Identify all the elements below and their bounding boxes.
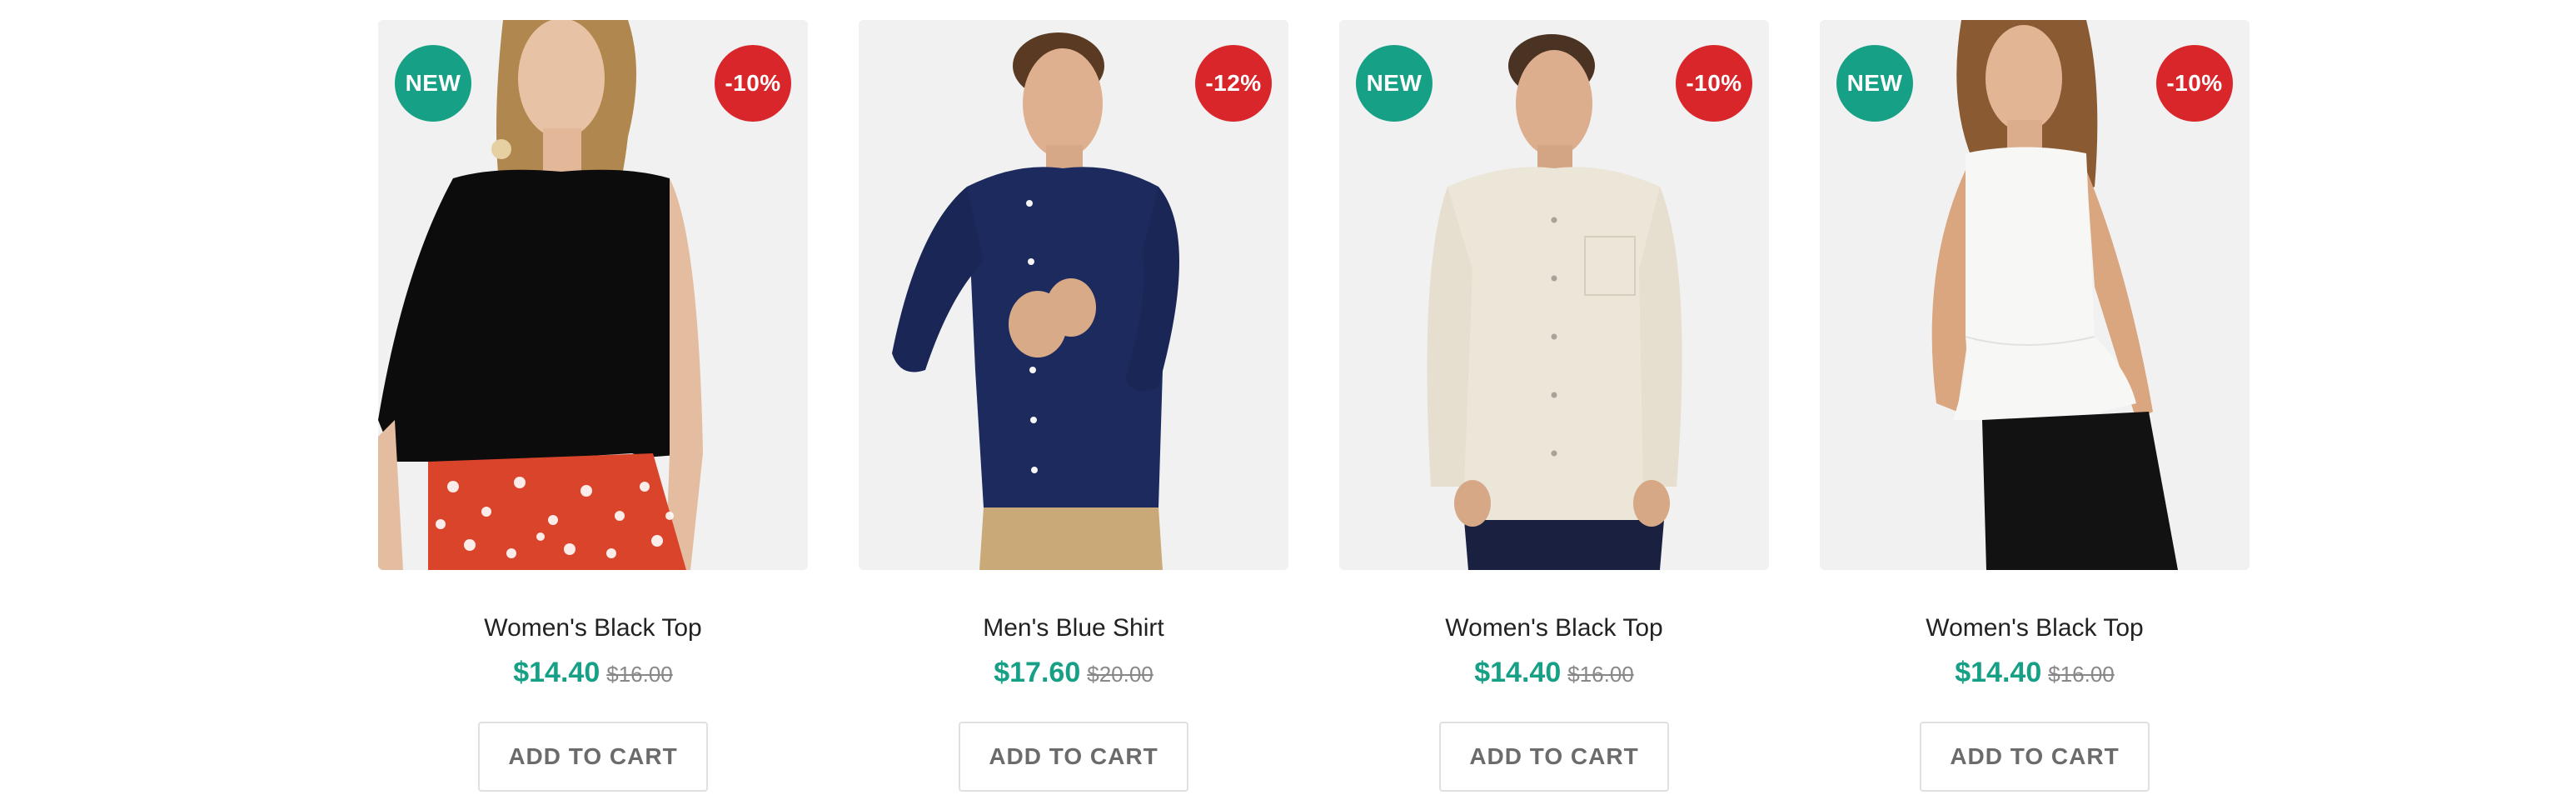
product-card: NEW -10% Women's Black Top $14.40 $16.00… — [1339, 20, 1769, 792]
current-price: $14.40 — [1955, 657, 2042, 688]
current-price: $17.60 — [994, 657, 1081, 688]
add-to-cart-button[interactable]: ADD TO CART — [1920, 722, 2150, 792]
discount-badge: -10% — [2156, 45, 2233, 122]
price-row: $17.60 $20.00 — [994, 657, 1153, 695]
product-image[interactable]: -12% — [859, 20, 1288, 570]
new-badge: NEW — [1356, 45, 1432, 122]
add-to-cart-button[interactable]: ADD TO CART — [959, 722, 1188, 792]
original-price: $16.00 — [2048, 662, 2115, 687]
product-image[interactable]: NEW -10% — [1339, 20, 1769, 570]
product-card: -12% Men's Blue Shirt $17.60 $20.00 ADD … — [859, 20, 1288, 792]
price-row: $14.40 $16.00 — [1474, 657, 1634, 695]
product-title[interactable]: Men's Blue Shirt — [983, 612, 1164, 645]
discount-badge: -10% — [715, 45, 791, 122]
product-grid: NEW -10% Women's Black Top $14.40 $16.00… — [378, 20, 2252, 792]
original-price: $16.00 — [1567, 662, 1634, 687]
product-card: NEW -10% Women's Black Top $14.40 $16.00… — [378, 20, 808, 792]
product-image[interactable]: NEW -10% — [378, 20, 808, 570]
product-card: NEW -10% Women's Black Top $14.40 $16.00… — [1820, 20, 2250, 792]
original-price: $16.00 — [606, 662, 673, 687]
discount-badge: -12% — [1195, 45, 1272, 122]
product-image[interactable]: NEW -10% — [1820, 20, 2250, 570]
new-badge: NEW — [395, 45, 471, 122]
product-title[interactable]: Women's Black Top — [1926, 612, 2143, 645]
price-row: $14.40 $16.00 — [1955, 657, 2115, 695]
new-badge: NEW — [1836, 45, 1913, 122]
discount-badge: -10% — [1676, 45, 1752, 122]
price-row: $14.40 $16.00 — [513, 657, 673, 695]
product-title[interactable]: Women's Black Top — [484, 612, 701, 645]
current-price: $14.40 — [513, 657, 600, 688]
add-to-cart-button[interactable]: ADD TO CART — [478, 722, 708, 792]
product-title[interactable]: Women's Black Top — [1445, 612, 1662, 645]
original-price: $20.00 — [1087, 662, 1153, 687]
current-price: $14.40 — [1474, 657, 1562, 688]
add-to-cart-button[interactable]: ADD TO CART — [1439, 722, 1669, 792]
